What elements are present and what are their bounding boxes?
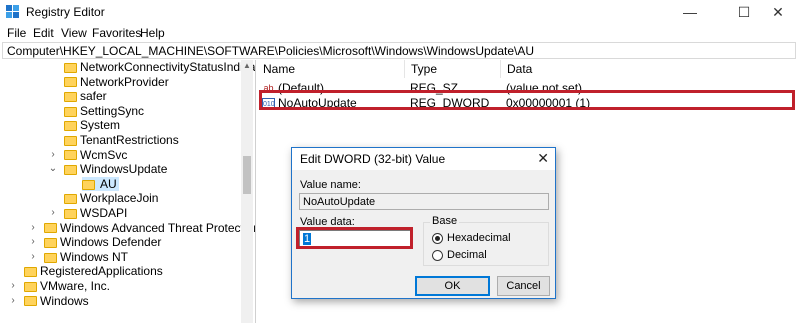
cancel-button[interactable]: Cancel xyxy=(497,276,550,296)
tree-item-label: safer xyxy=(80,89,107,104)
radio-checked-icon[interactable] xyxy=(432,232,443,244)
folder-icon xyxy=(24,281,37,292)
folder-icon xyxy=(64,62,77,73)
tree-item-label: SettingSync xyxy=(80,103,145,118)
folder-icon xyxy=(64,77,77,88)
folder-icon xyxy=(64,208,77,219)
window-title: Registry Editor xyxy=(26,5,105,19)
folder-icon xyxy=(64,106,77,117)
expand-arrow-icon[interactable]: › xyxy=(28,221,38,235)
tree-item-registeredapplications[interactable]: RegisteredApplications xyxy=(24,264,163,278)
minimize-button[interactable]: — xyxy=(668,0,712,24)
expand-arrow-icon[interactable]: › xyxy=(48,148,58,162)
folder-icon xyxy=(64,150,77,161)
scroll-thumb[interactable] xyxy=(243,156,251,194)
expand-arrow-icon[interactable]: › xyxy=(28,250,38,264)
dialog-title-bar: Edit DWORD (32-bit) Value ✕ xyxy=(292,148,555,170)
highlight-value-data xyxy=(296,227,413,249)
column-header-data[interactable]: Data xyxy=(501,60,661,78)
key-tree[interactable]: NetworkConnectivityStatusIndicator Networ… xyxy=(2,60,256,323)
folder-icon xyxy=(64,194,77,205)
menu-file[interactable]: File xyxy=(7,26,26,40)
tree-item-label: Windows xyxy=(40,293,89,308)
close-button[interactable]: ✕ xyxy=(756,0,800,24)
folder-icon xyxy=(82,179,95,190)
tree-item-wsdapi[interactable]: › WSDAPI xyxy=(51,206,128,220)
expand-arrow-icon[interactable]: › xyxy=(28,235,38,249)
menu-bar: File Edit View Favorites Help xyxy=(0,24,800,42)
tree-item-label: RegisteredApplications xyxy=(40,264,163,279)
column-header-type[interactable]: Type xyxy=(405,60,501,78)
dialog-close-icon[interactable]: ✕ xyxy=(537,150,549,167)
tree-item-au[interactable]: AU xyxy=(82,176,119,191)
folder-icon xyxy=(64,92,77,103)
tree-item-workplacejoin[interactable]: WorkplaceJoin xyxy=(64,191,158,205)
tree-item-label: TenantRestrictions xyxy=(80,133,179,147)
tree-item-windows-nt[interactable]: › Windows NT xyxy=(31,249,129,264)
tree-item-label: NetworkConnectivityStatusIndicator xyxy=(80,60,256,74)
registry-editor-icon xyxy=(6,5,19,18)
tree-item-label: AU xyxy=(100,176,117,191)
folder-icon xyxy=(44,252,57,263)
tree-item-label: VMware, Inc. xyxy=(40,279,111,293)
folder-icon xyxy=(24,267,37,278)
dialog-title: Edit DWORD (32-bit) Value xyxy=(300,152,446,166)
tree-item-windows[interactable]: › Windows xyxy=(11,293,89,308)
expand-arrow-icon[interactable]: › xyxy=(8,294,18,308)
folder-icon xyxy=(64,165,77,176)
menu-edit[interactable]: Edit xyxy=(33,26,54,40)
tree-item-windows-advanced-threat-protection[interactable]: › Windows Advanced Threat Protection xyxy=(31,220,256,235)
folder-icon xyxy=(44,238,57,249)
tree-item-wcmsvc[interactable]: › WcmSvc xyxy=(51,147,128,162)
expand-arrow-icon[interactable]: › xyxy=(8,279,18,293)
tree-item-label: WSDAPI xyxy=(80,206,128,220)
collapse-arrow-icon[interactable]: ⌄ xyxy=(48,162,58,176)
tree-item-settingsync[interactable]: SettingSync xyxy=(64,104,144,118)
tree-item-label: WindowsUpdate xyxy=(80,162,168,177)
tree-item-windowsupdate[interactable]: ⌄ WindowsUpdate xyxy=(49,162,168,177)
value-name-label: Value name: xyxy=(300,179,361,191)
folder-icon xyxy=(64,121,77,132)
highlight-noautoupdate-row xyxy=(259,90,795,110)
column-header-name[interactable]: Name xyxy=(257,60,405,78)
title-bar: Registry Editor — ☐ ✕ xyxy=(0,0,800,24)
radio-hexadecimal[interactable]: Hexadecimal xyxy=(432,232,511,245)
folder-icon xyxy=(64,135,77,146)
tree-item-tenantrestrictions[interactable]: TenantRestrictions xyxy=(64,133,179,147)
menu-favorites[interactable]: Favorites xyxy=(92,26,141,40)
tree-item-windows-defender[interactable]: › Windows Defender xyxy=(31,235,162,250)
menu-view[interactable]: View xyxy=(61,26,87,40)
tree-item-networkprovider[interactable]: NetworkProvider xyxy=(64,75,169,89)
tree-item-networkconnectivitystatusindicator[interactable]: NetworkConnectivityStatusIndicator xyxy=(64,60,256,74)
tree-item-label: Windows Defender xyxy=(60,235,162,250)
folder-icon xyxy=(24,296,37,307)
expand-arrow-icon[interactable]: › xyxy=(48,206,58,220)
edit-dword-dialog: Edit DWORD (32-bit) Value ✕ Value name: … xyxy=(291,147,556,299)
base-groupbox: Base Hexadecimal Decimal xyxy=(423,215,549,266)
tree-item-label: WcmSvc xyxy=(80,147,128,162)
tree-item-label: Windows NT xyxy=(60,249,129,264)
menu-help[interactable]: Help xyxy=(140,26,165,40)
tree-scrollbar[interactable]: ▲ xyxy=(241,60,253,323)
scroll-up-arrow-icon[interactable]: ▲ xyxy=(241,60,253,72)
tree-item-safer[interactable]: safer xyxy=(64,89,107,103)
tree-item-label: NetworkProvider xyxy=(80,74,169,89)
radio-decimal[interactable]: Decimal xyxy=(432,249,487,262)
tree-item-label: WorkplaceJoin xyxy=(80,191,159,206)
value-name-field: NoAutoUpdate xyxy=(299,193,549,210)
folder-icon xyxy=(44,223,57,234)
ok-button[interactable]: OK xyxy=(415,276,490,296)
base-label: Base xyxy=(430,215,460,227)
tree-item-vmware-inc[interactable]: › VMware, Inc. xyxy=(11,279,111,293)
tree-item-label: Windows Advanced Threat Protection xyxy=(60,220,256,235)
tree-item-label: System xyxy=(80,118,121,133)
tree-item-system[interactable]: System xyxy=(64,118,120,132)
radio-unchecked-icon[interactable] xyxy=(432,249,443,261)
address-bar[interactable]: Computer\HKEY_LOCAL_MACHINE\SOFTWARE\Pol… xyxy=(2,42,796,59)
